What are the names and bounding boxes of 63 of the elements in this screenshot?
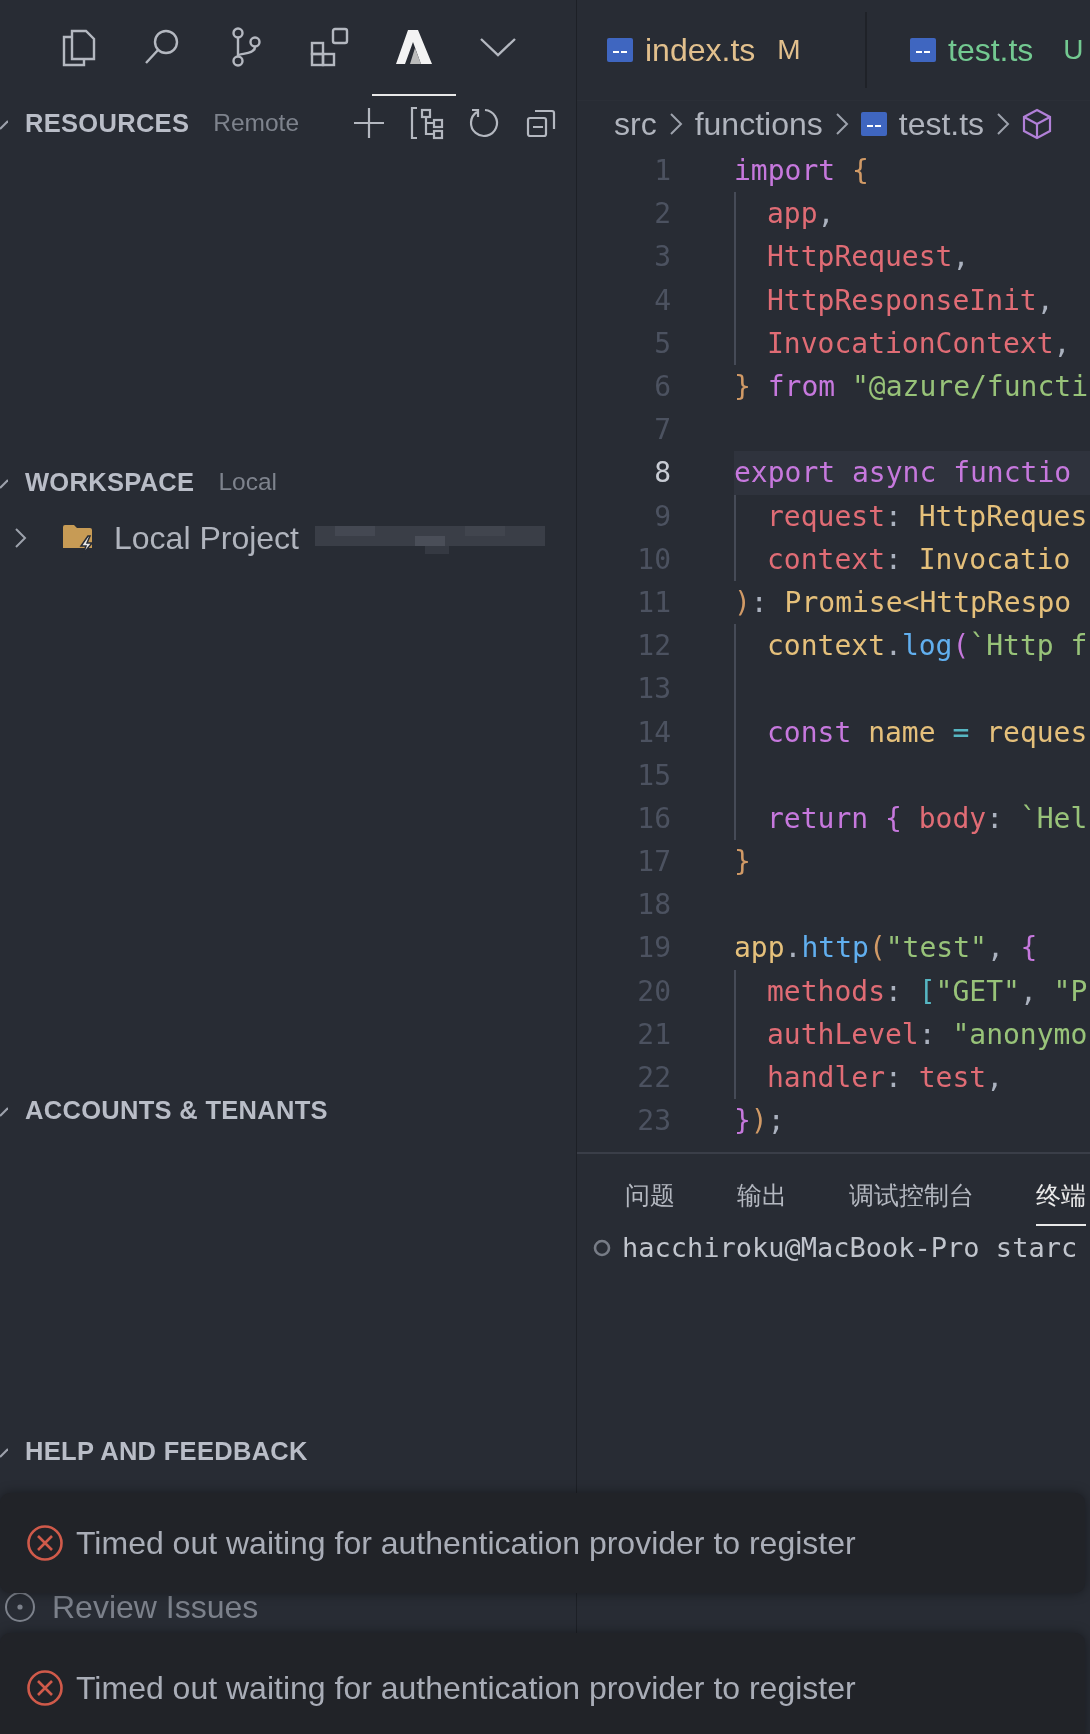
editor-tab[interactable]: index.ts M (577, 12, 867, 88)
link-label[interactable]: Review Issues (52, 1588, 259, 1626)
typescript-file-icon (860, 112, 887, 136)
code-line: request: HttpReques (767, 499, 1088, 533)
code-line: HttpRequest, (767, 240, 970, 274)
line-number: 8 (653, 456, 671, 490)
breadcrumb-item[interactable]: src (614, 105, 657, 143)
tab-label: index.ts (645, 31, 756, 69)
code-line: import { (734, 154, 869, 188)
chevron-right-icon[interactable] (14, 527, 28, 549)
code-line: app.http("test", { (734, 931, 1038, 965)
code-line: methods: ["GET", "P (767, 974, 1088, 1008)
azure-logo-icon (394, 28, 434, 66)
file-status: M (777, 34, 801, 66)
panel-tab[interactable]: 终端 (1036, 1164, 1086, 1226)
code-line: handler: test, (767, 1061, 1004, 1095)
error-icon (26, 1669, 64, 1707)
section-title[interactable]: HELP AND FEEDBACK (25, 1436, 308, 1466)
code-line: const name = reques (767, 715, 1088, 749)
code-line: InvocationContext, (767, 326, 1071, 360)
section-title[interactable]: WORKSPACE (25, 467, 195, 497)
section-subtitle: Local (218, 468, 277, 496)
breadcrumb-item[interactable]: functions (694, 105, 823, 143)
cube-icon[interactable] (1022, 108, 1053, 140)
code-line: authLevel: "anonymo (767, 1017, 1088, 1051)
circle-dot-icon (4, 1591, 36, 1623)
notification-message: Timed out waiting for authentication provider to register (76, 1524, 856, 1562)
circle-icon (592, 1237, 612, 1258)
collapse-all-icon[interactable] (526, 108, 556, 138)
project-label[interactable]: Local Project (114, 519, 299, 557)
code-line: } (734, 845, 751, 879)
notification-message: Timed out waiting for authentication provider to register (76, 1669, 856, 1707)
code-line: return { body: `Hel (767, 801, 1088, 835)
extensions-icon (309, 26, 351, 68)
panel-tab[interactable]: 输出 (737, 1164, 787, 1226)
chevron-right-icon (668, 112, 683, 136)
code-line: ): Promise<HttpRespo (734, 585, 1072, 619)
code-line: HttpResponseInit, (767, 283, 1054, 317)
code-line: app, (767, 197, 835, 231)
typescript-file-icon (910, 38, 936, 62)
chevron-right-icon (996, 112, 1011, 136)
code-line: }); (734, 1104, 785, 1138)
code-line: } from "@azure/functi (734, 370, 1089, 404)
section-title[interactable]: RESOURCES (25, 108, 190, 138)
editor-tab[interactable]: test.ts U (867, 12, 1084, 88)
code-line: export async functio (734, 456, 1072, 490)
breadcrumb-item[interactable]: test.ts (898, 105, 985, 143)
section-subtitle: Remote (213, 109, 300, 137)
error-icon (26, 1524, 64, 1562)
file-status: U (1063, 34, 1084, 66)
chevron-down-icon (478, 36, 518, 58)
terminal-line: hacchiroku@MacBook-Pro starc (622, 1232, 1078, 1263)
typescript-file-icon (607, 38, 633, 62)
panel-tab[interactable]: 调试控制台 (849, 1164, 974, 1226)
tab-label: test.ts (948, 31, 1034, 69)
chevron-right-icon (834, 112, 849, 136)
code-line: context.log(`Http f (767, 629, 1088, 663)
plus-icon[interactable] (353, 107, 385, 139)
group-by-icon[interactable] (410, 106, 444, 140)
refresh-icon[interactable] (469, 107, 501, 139)
panel-tab[interactable]: 问题 (625, 1164, 675, 1226)
code-line: context: Invocatio (767, 542, 1071, 576)
section-title[interactable]: ACCOUNTS & TENANTS (25, 1095, 328, 1125)
